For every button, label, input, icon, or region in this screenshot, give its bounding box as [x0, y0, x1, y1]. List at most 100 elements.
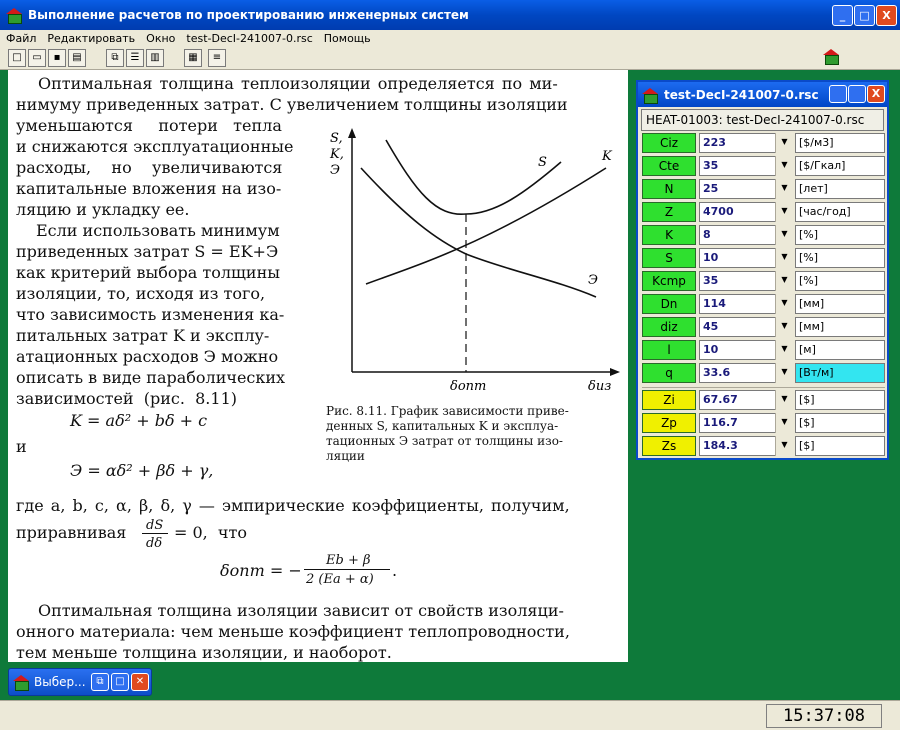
menu-edit[interactable]: Редактировать — [47, 32, 135, 45]
param-label: Ciz — [642, 133, 696, 153]
clock: 15:37:08 — [766, 704, 882, 728]
dropdown-arrow-icon[interactable]: ▼ — [775, 363, 793, 383]
param-label: Dn — [642, 294, 696, 314]
param-row: q 33.6 ▼ [Вт/м] — [642, 363, 885, 383]
param-label: S — [642, 248, 696, 268]
menu-window[interactable]: Окно — [146, 32, 175, 45]
dropdown-arrow-icon[interactable]: ▼ — [775, 317, 793, 337]
text-line: расходы, но увеличиваются — [16, 158, 283, 177]
text-line: нимуму приведенных затрат. С увеличением… — [16, 95, 568, 114]
maximize-button[interactable]: □ — [111, 673, 129, 691]
text-line: тем меньше толщина изоляции, и наоборот. — [16, 643, 392, 662]
menu-document[interactable]: test-DecI-241007-0.rsc — [186, 32, 312, 45]
tile-vertical-icon[interactable]: ▥ — [146, 49, 164, 67]
home-icon[interactable] — [822, 49, 840, 67]
close-button[interactable]: X — [876, 5, 897, 26]
menu-bar: Файл Редактировать Окно test-DecI-241007… — [0, 30, 900, 46]
ylabel-line: S, — [330, 131, 343, 146]
param-unit: [%] — [795, 248, 885, 268]
curve-k — [365, 167, 607, 285]
dropdown-arrow-icon[interactable]: ▼ — [775, 271, 793, 291]
restore-button[interactable]: ⧉ — [91, 673, 109, 691]
new-icon[interactable]: □ — [8, 49, 26, 67]
text-line: атационных расходов Э можно — [16, 347, 279, 366]
param-label: K — [642, 225, 696, 245]
cascade-icon[interactable]: ⧉ — [106, 49, 124, 67]
text-line: и — [16, 437, 27, 456]
param-row: l 10 ▼ [м] — [642, 340, 885, 360]
fraction-den: dδ — [146, 536, 163, 551]
dropdown-arrow-icon[interactable]: ▼ — [775, 133, 793, 153]
param-unit: [м] — [795, 340, 885, 360]
result-row: Zs 184.3 ▼ [$] — [642, 436, 885, 456]
dropdown-arrow-icon[interactable]: ▼ — [775, 413, 793, 433]
param-label: Cte — [642, 156, 696, 176]
dropdown-arrow-icon[interactable]: ▼ — [775, 340, 793, 360]
param-row: Ciz 223 ▼ [$/м3] — [642, 133, 885, 153]
result-row: Zp 116.7 ▼ [$] — [642, 413, 885, 433]
dropdown-arrow-icon[interactable]: ▼ — [775, 179, 793, 199]
panel-minimize-button[interactable] — [829, 85, 847, 103]
label-s: S — [538, 155, 547, 170]
title-bar: Выполнение расчетов по проектированию ин… — [0, 0, 900, 30]
label-e: Э — [588, 273, 598, 288]
minimize-button[interactable]: _ — [832, 5, 853, 26]
text-line: приведенных затрат S = EK+Э — [16, 242, 279, 261]
param-row: Kcmp 35 ▼ [%] — [642, 271, 885, 291]
param-row: Z 4700 ▼ [час/год] — [642, 202, 885, 222]
save-icon[interactable]: ▪ — [48, 49, 66, 67]
dropdown-arrow-icon[interactable]: ▼ — [775, 225, 793, 245]
list-icon[interactable]: ≡ — [208, 49, 226, 67]
dropdown-arrow-icon[interactable]: ▼ — [775, 156, 793, 176]
curve-s — [385, 139, 562, 215]
param-label: q — [642, 363, 696, 383]
panel-title: test-DecI-241007-0.rsc — [664, 87, 819, 102]
formula-k: K = aδ² + bδ + c — [70, 411, 208, 430]
result-label: Zp — [642, 413, 696, 433]
ylabel-line: Э — [330, 163, 340, 178]
xmark-dopt: δопт — [450, 379, 486, 394]
dropdown-arrow-icon[interactable]: ▼ — [775, 390, 793, 410]
dropdown-arrow-icon[interactable]: ▼ — [775, 436, 793, 456]
figure-caption: Рис. 8.11. График зависимости приве- ден… — [326, 404, 569, 464]
dropdown-arrow-icon[interactable]: ▼ — [775, 294, 793, 314]
text-line: Если использовать минимум — [36, 221, 280, 240]
minimized-window-title: Выбер... — [34, 675, 86, 689]
param-unit: [$/м3] — [795, 133, 885, 153]
calc-icon[interactable]: ▦ — [184, 49, 202, 67]
toolbar: □ ▭ ▪ ▤ ⧉ ☰ ▥ ▦ ≡ — [0, 46, 900, 70]
minimized-window[interactable]: Выбер... ⧉ □ ✕ — [8, 668, 152, 696]
separator — [642, 387, 885, 388]
menu-help[interactable]: Помощь — [324, 32, 371, 45]
text-line: ляцию и укладку ее. — [16, 200, 190, 219]
text-line: уменьшаются потери тепла — [16, 116, 282, 135]
param-label: diz — [642, 317, 696, 337]
text-line: . — [392, 561, 398, 580]
panel-close-button[interactable]: X — [867, 85, 885, 103]
result-unit: [$] — [795, 413, 885, 433]
text-line: питальных затрат K и эксплу- — [16, 326, 270, 345]
document-view: Оптимальная толщина теплоизоляции опреде… — [8, 70, 628, 662]
formula-e: Э = αδ² + βδ + γ, — [70, 461, 214, 480]
param-unit: [час/год] — [795, 202, 885, 222]
caption-line: денных S, капитальных K и эксплуа- — [326, 419, 559, 433]
text-line: как критерий выбора толщины — [16, 263, 280, 282]
panel-maximize-button[interactable] — [848, 85, 866, 103]
menu-file[interactable]: Файл — [6, 32, 36, 45]
figure-graph: S, K, Э S K Э δопт δиз — [329, 128, 620, 394]
dropdown-arrow-icon[interactable]: ▼ — [775, 202, 793, 222]
param-row: Dn 114 ▼ [мм] — [642, 294, 885, 314]
dropdown-arrow-icon[interactable]: ▼ — [775, 248, 793, 268]
fraction-den: 2 (Ea + α) — [306, 572, 374, 587]
panel-app-icon — [642, 87, 658, 104]
tile-horizontal-icon[interactable]: ☰ — [126, 49, 144, 67]
print-icon[interactable]: ▤ — [68, 49, 86, 67]
param-unit: [%] — [795, 225, 885, 245]
maximize-button[interactable]: □ — [854, 5, 875, 26]
result-label: Zi — [642, 390, 696, 410]
close-button[interactable]: ✕ — [131, 673, 149, 691]
open-icon[interactable]: ▭ — [28, 49, 46, 67]
panel-header: HEAT-01003: test-DecI-241007-0.rsc — [641, 109, 884, 131]
text-line: описать в виде параболических — [16, 368, 286, 387]
param-unit: [мм] — [795, 317, 885, 337]
